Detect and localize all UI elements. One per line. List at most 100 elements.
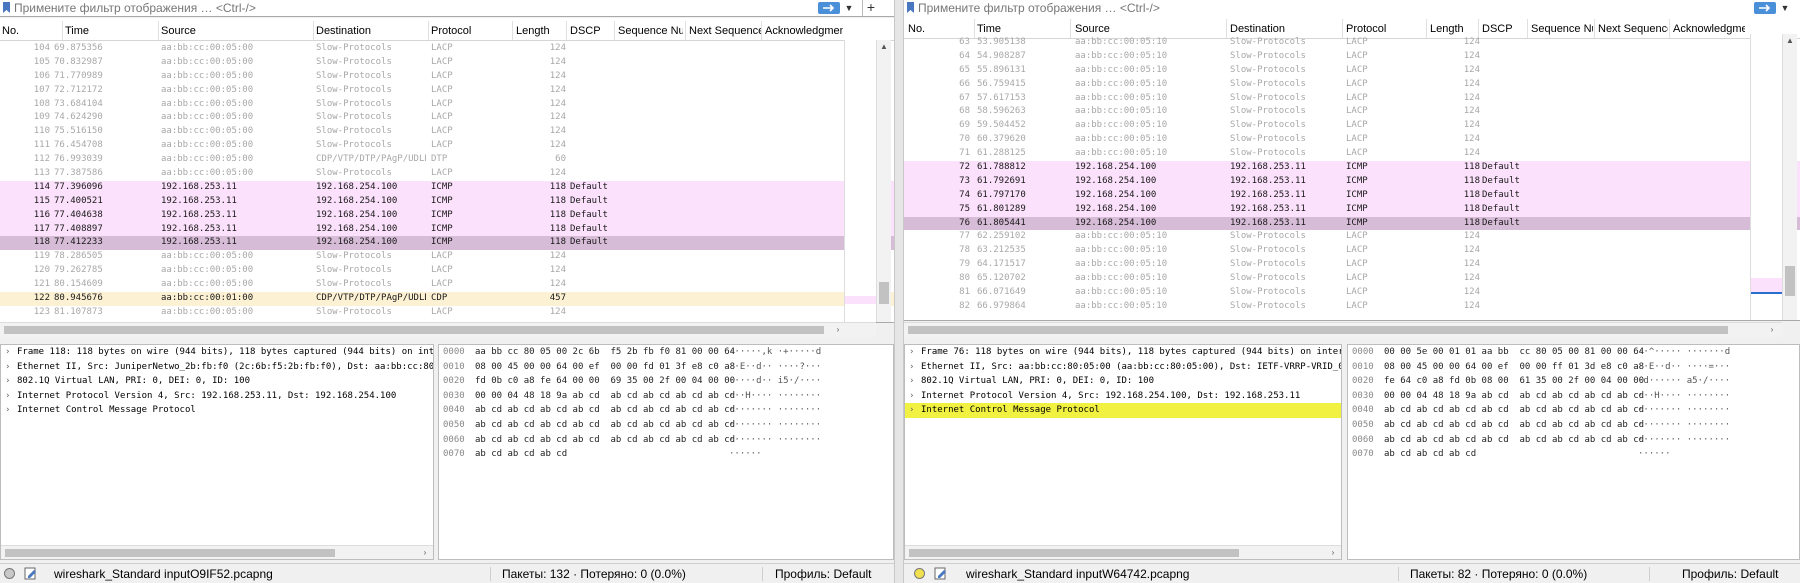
col-next-seq[interactable]: Next Sequence [1598,23,1668,35]
bytes-hex[interactable]: 00 00 5e 00 01 01 aa bb cc 80 05 00 81 0… [1384,345,1644,360]
details-tree-item[interactable]: › Frame 118: 118 bytes on wire (944 bits)… [1,345,433,360]
bytes-ascii[interactable]: ······ [729,447,762,462]
bytes-hex[interactable]: ab cd ab cd ab cd ab cd ab cd ab cd ab c… [1384,403,1644,418]
packet-row[interactable]: 115 77.400521 192.168.253.11 192.168.254.10… [0,194,894,209]
packet-row[interactable]: 110 75.516150 aa:bb:cc:00:05:00 Slow-Protoc… [0,125,894,139]
bytes-hex[interactable]: ab cd ab cd ab cd ab cd ab cd ab cd ab c… [475,403,735,418]
details-tree-item[interactable]: › Ethernet II, Src: JuniperNetwo_2b:fb:f0… [1,360,433,375]
packet-row[interactable]: 68 58.596263 aa:bb:cc:00:05:10 Slow-Protoco… [904,105,1800,119]
filter-dropdown-icon[interactable]: ▼ [1778,0,1792,16]
details-tree-item[interactable]: › 802.1Q Virtual LAN, PRI: 0, DEI: 0, ID:… [1,374,433,389]
bytes-hex[interactable]: ab cd ab cd ab cd ab cd ab cd ab cd ab c… [1384,418,1644,433]
packet-minimap[interactable] [844,40,877,322]
apply-filter-arrow-icon[interactable] [1754,2,1776,14]
packet-list-vscroll[interactable]: ▲ ▼ [1782,34,1797,320]
packet-row[interactable]: 77 62.259102 aa:bb:cc:00:05:10 Slow-Protoco… [904,230,1800,244]
bytes-hex[interactable]: ab cd ab cd ab cd [475,447,567,462]
expand-chevron-icon[interactable]: › [909,403,914,418]
packet-row[interactable]: 71 61.288125 aa:bb:cc:00:05:10 Slow-Protoco… [904,147,1800,161]
edit-comment-icon[interactable] [24,567,38,580]
bytes-ascii[interactable]: ········ ········ [1638,403,1730,418]
profile-label[interactable]: Профиль: Default [775,567,872,581]
packet-row[interactable]: 67 57.617153 aa:bb:cc:00:05:10 Slow-Protoco… [904,92,1800,106]
packet-row[interactable]: 74 61.797170 192.168.254.100 192.168.253.11… [904,188,1800,203]
details-hscroll[interactable]: › [1,545,433,559]
scroll-right-icon[interactable]: › [832,323,844,337]
scroll-up-icon[interactable]: ▲ [1783,34,1797,48]
packet-row[interactable]: 108 73.684104 aa:bb:cc:00:05:00 Slow-Protoc… [0,98,894,112]
details-tree-item[interactable]: › 802.1Q Virtual LAN, PRI: 0, DEI: 0, ID:… [905,374,1341,389]
col-no[interactable]: No. [908,23,968,35]
scroll-thumb[interactable] [1785,266,1795,296]
packet-list[interactable]: No. Time Source Destination Protocol Len… [0,18,894,323]
expand-chevron-icon[interactable]: › [5,374,10,389]
col-seq[interactable]: Sequence Nur [618,25,683,37]
col-length[interactable]: Length [516,25,566,37]
expand-chevron-icon[interactable]: › [909,360,914,375]
packet-row[interactable]: 82 66.979864 aa:bb:cc:00:05:10 Slow-Protoco… [904,300,1800,314]
bytes-hex[interactable]: 08 00 45 00 00 64 00 ef 00 00 ff 01 3d e… [1384,360,1644,375]
bytes-ascii[interactable]: ········ ········ [729,403,821,418]
packet-bytes-pane[interactable]: 0000 aa bb cc 80 05 00 2c 6b f5 2b fb f0 … [438,344,894,560]
packet-row[interactable]: 107 72.712172 aa:bb:cc:00:05:00 Slow-Protoc… [0,84,894,98]
scroll-right-icon[interactable]: › [1327,546,1339,559]
bytes-hex[interactable]: 08 00 45 00 00 64 00 ef 00 00 fd 01 3f e… [475,360,735,375]
bytes-ascii[interactable]: ···H···· ········ [1638,389,1730,404]
bytes-ascii[interactable]: ···H···· ········ [729,389,821,404]
col-length[interactable]: Length [1430,23,1480,35]
apply-filter-arrow-icon[interactable] [818,2,840,14]
capture-status-icon[interactable] [914,568,925,579]
display-filter-bar[interactable]: Примените фильтр отображения … <Ctrl-/> … [0,0,894,17]
details-tree-item[interactable]: › Internet Protocol Version 4, Src: 192.1… [1,389,433,404]
packet-row[interactable]: 66 56.759415 aa:bb:cc:00:05:10 Slow-Protoco… [904,78,1800,92]
packet-row[interactable]: 69 59.504452 aa:bb:cc:00:05:10 Slow-Protoco… [904,119,1800,133]
bytes-ascii[interactable]: ········ ········ [729,433,821,448]
col-source[interactable]: Source [1075,23,1225,35]
add-filter-button[interactable]: + [862,0,879,16]
bytes-hex[interactable]: aa bb cc 80 05 00 2c 6b f5 2b fb f0 81 0… [475,345,735,360]
packet-list-hscroll[interactable]: › [0,322,876,337]
packet-row[interactable]: 104 69.875356 aa:bb:cc:00:05:00 Slow-Protoc… [0,42,894,56]
packet-minimap[interactable] [1750,34,1783,320]
packet-bytes-pane[interactable]: 0000 00 00 5e 00 01 01 aa bb cc 80 05 00 … [1347,344,1800,560]
col-protocol[interactable]: Protocol [431,25,511,37]
bytes-ascii[interactable]: ······ [1638,447,1671,462]
bytes-ascii[interactable]: ··E··d·· ····=··· [1638,360,1730,375]
scroll-down-icon[interactable]: ▼ [877,322,891,323]
expand-chevron-icon[interactable]: › [5,345,10,360]
bytes-hex[interactable]: ab cd ab cd ab cd ab cd ab cd ab cd ab c… [1384,433,1644,448]
col-destination[interactable]: Destination [316,25,426,37]
scroll-right-icon[interactable]: › [1766,323,1778,337]
expand-chevron-icon[interactable]: › [5,389,10,404]
capture-status-icon[interactable] [4,568,15,579]
col-no[interactable]: No. [2,25,62,37]
expand-chevron-icon[interactable]: › [5,360,10,375]
col-ack[interactable]: Acknowledgment [765,25,843,37]
bookmark-icon[interactable] [2,2,11,13]
edit-comment-icon[interactable] [934,567,948,580]
expand-chevron-icon[interactable]: › [5,403,10,418]
bytes-hex[interactable]: 00 00 04 48 18 9a ab cd ab cd ab cd ab c… [1384,389,1644,404]
packet-list-vscroll[interactable]: ▲ ▼ [876,40,891,323]
bytes-hex[interactable]: fe 64 c0 a8 fd 0b 08 00 61 35 00 2f 00 0… [1384,374,1644,389]
bytes-ascii[interactable]: ········ ········ [1638,433,1730,448]
packet-row[interactable]: 119 78.286505 aa:bb:cc:00:05:00 Slow-Protoc… [0,250,894,264]
packet-row[interactable]: 112 76.993039 aa:bb:cc:00:05:00 CDP/VTP/DTP… [0,153,894,167]
packet-row[interactable]: 113 77.387586 aa:bb:cc:00:05:00 Slow-Protoc… [0,167,894,181]
details-tree-item[interactable]: › Ethernet II, Src: aa:bb:cc:80:05:00 (aa… [905,360,1341,375]
packet-row[interactable]: 73 61.792691 192.168.254.100 192.168.253.11… [904,174,1800,189]
details-tree-item[interactable]: › Internet Control Message Protocol [905,403,1341,418]
scroll-down-icon[interactable]: ▼ [1783,316,1797,320]
packet-row[interactable]: 105 70.832987 aa:bb:cc:00:05:00 Slow-Protoc… [0,56,894,70]
packet-row[interactable]: 121 80.154609 aa:bb:cc:00:05:00 Slow-Protoc… [0,278,894,292]
bytes-ascii[interactable]: ······,k ·+·····d [729,345,821,360]
col-protocol[interactable]: Protocol [1346,23,1426,35]
packet-row[interactable]: 118 77.412233 192.168.253.11 192.168.254.10… [0,236,894,251]
packet-row[interactable]: 123 81.107873 aa:bb:cc:00:05:00 Slow-Protoc… [0,306,894,320]
bytes-ascii[interactable]: ·d······ a5·/···· [1638,374,1730,389]
bytes-hex[interactable]: ab cd ab cd ab cd [1384,447,1476,462]
col-dscp[interactable]: DSCP [1482,23,1527,35]
bytes-hex[interactable]: 00 00 04 48 18 9a ab cd ab cd ab cd ab c… [475,389,735,404]
bookmark-icon[interactable] [906,2,915,13]
packet-row[interactable]: 114 77.396096 192.168.253.11 192.168.254.10… [0,180,894,195]
